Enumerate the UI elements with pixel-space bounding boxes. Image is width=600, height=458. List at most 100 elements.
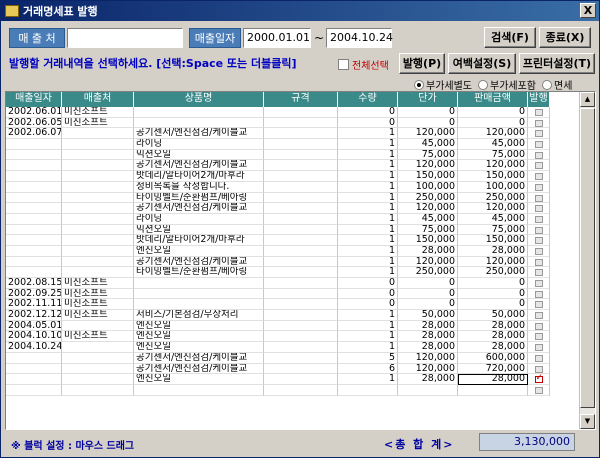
issue-button[interactable]: 발행(P) [399, 53, 445, 74]
issue-checkbox[interactable] [534, 205, 543, 213]
issue-checkbox[interactable] [534, 354, 543, 362]
radio-dot[interactable] [414, 79, 424, 90]
table-row[interactable]: 2002.09.25 미진소프트 0 0 0 [6, 288, 550, 300]
radio-tax-exempt[interactable]: 면세 [542, 77, 572, 92]
table-row[interactable]: 믹션오일 1 75,000 75,000 [6, 224, 550, 236]
table-row[interactable]: 공기센서/엔진점검/케이블교 1 120,000 120,000 [6, 203, 550, 214]
table-row[interactable]: 공기센서/엔진점검/케이블교 6 120,000 720,000 [6, 363, 550, 375]
table-row[interactable]: 라이닝 1 45,000 45,000 [6, 139, 550, 150]
issue-checkbox[interactable] [534, 312, 543, 320]
issue-checkbox[interactable] [534, 237, 543, 245]
table-row[interactable]: 라이닝 1 45,000 45,000 [6, 213, 550, 225]
scroll-thumb[interactable] [580, 108, 595, 408]
column-header-issued[interactable]: 발행 [528, 92, 550, 107]
customer-input[interactable] [67, 28, 183, 48]
column-header-amount[interactable]: 판매금액 [458, 92, 528, 107]
cell-issued[interactable] [528, 149, 550, 161]
cell-issued[interactable] [528, 352, 550, 364]
issue-checkbox[interactable] [534, 109, 543, 116]
issue-checkbox[interactable] [534, 141, 543, 149]
table-row[interactable]: 타이밍벨트/순환펌프/베아링 1 250,000 250,000 [6, 267, 550, 278]
cell-issued[interactable] [528, 320, 550, 332]
cell-issued[interactable] [528, 363, 550, 375]
issue-checkbox[interactable] [534, 301, 543, 309]
column-header-date[interactable]: 매출일자 [6, 92, 62, 107]
cell-issued[interactable] [528, 278, 550, 289]
column-header-spec[interactable]: 규격 [264, 92, 338, 107]
printer-settings-button[interactable]: 프린터설정(T) [519, 53, 595, 74]
close-button[interactable]: X [580, 3, 596, 18]
column-header-customer[interactable]: 매출처 [62, 92, 134, 107]
issue-checkbox[interactable] [534, 290, 543, 298]
date-to-input[interactable]: 2004.10.24 [326, 28, 393, 48]
table-row[interactable]: 엔진오일 1 28,000 28,000 [6, 374, 550, 385]
table-row[interactable]: 2002.12.12 미진소프트 서비스/기본점검/무상처리 1 50,000 50,00… [6, 310, 550, 321]
issue-checkbox[interactable] [534, 119, 543, 127]
cell-issued[interactable] [528, 331, 550, 343]
issue-checkbox[interactable] [534, 151, 543, 159]
radio-dot[interactable] [478, 79, 488, 90]
cell-issued[interactable] [528, 310, 550, 321]
radio-vat-excluded[interactable]: 부가세별도 [414, 77, 472, 92]
table-row[interactable]: 2002.06.01 미진소프트 0 0 0 [6, 107, 550, 118]
cell-issued[interactable] [528, 288, 550, 300]
sales-grid[interactable]: 매출일자 매출처 상품명 규격 수량 단가 판매금액 발행 2002.06.01 미진소프트 0 0… [5, 91, 596, 430]
cell-issued[interactable] [528, 107, 550, 118]
table-row[interactable]: 2004.10.10 미진소프트 엔진오일 1 28,000 28,000 [6, 331, 550, 343]
cell-issued[interactable] [528, 192, 550, 204]
table-row[interactable] [6, 384, 550, 396]
table-row[interactable]: 2002.08.15 미진소프트 0 0 0 [6, 278, 550, 289]
issue-checkbox[interactable] [534, 258, 543, 266]
issue-checkbox[interactable] [534, 344, 543, 352]
table-row[interactable]: 밧데리/알타이어2개/마후라 1 150,000 150,000 [6, 235, 550, 246]
issue-checkbox[interactable] [534, 280, 543, 287]
issue-checkbox[interactable] [534, 215, 543, 223]
column-header-product[interactable]: 상품명 [134, 92, 264, 107]
issue-checkbox[interactable] [534, 173, 543, 181]
issue-checkbox[interactable] [534, 333, 543, 341]
margin-settings-button[interactable]: 여백설정(S) [448, 53, 516, 74]
issue-checkbox[interactable] [534, 162, 543, 170]
issue-checkbox[interactable] [534, 374, 543, 384]
scroll-up-icon[interactable]: ▲ [580, 92, 595, 107]
table-row[interactable]: 2002.06.05 미진소프트 0 0 0 [6, 117, 550, 129]
vertical-scrollbar[interactable]: ▲ ▼ [579, 92, 595, 429]
column-header-qty[interactable]: 수량 [338, 92, 398, 107]
cell-issued[interactable] [528, 213, 550, 225]
cell-issued[interactable] [528, 384, 550, 396]
issue-checkbox[interactable] [534, 130, 543, 138]
issue-checkbox[interactable] [534, 386, 543, 394]
cell-issued[interactable] [528, 203, 550, 214]
cell-issued[interactable] [528, 299, 550, 311]
table-row[interactable]: 공기센서/엔진점검/케이블교 1 120,000 120,000 [6, 256, 550, 268]
issue-checkbox[interactable] [534, 269, 543, 277]
table-row[interactable]: 2002.11.11 미진소프트 0 0 0 [6, 299, 550, 311]
cell-issued[interactable] [528, 256, 550, 268]
cell-issued[interactable] [528, 117, 550, 129]
cell-issued[interactable] [528, 224, 550, 236]
table-row[interactable]: 믹션오일 1 75,000 75,000 [6, 149, 550, 161]
radio-dot[interactable] [542, 79, 552, 90]
cell-issued[interactable] [528, 171, 550, 182]
cell-issued[interactable] [528, 235, 550, 246]
scroll-down-icon[interactable]: ▼ [580, 414, 595, 429]
checkbox-box[interactable] [338, 59, 349, 70]
cell-issued[interactable] [528, 267, 550, 278]
table-row[interactable]: 공기센서/엔진점검/케이블교 1 120,000 120,000 [6, 160, 550, 172]
cell-issued[interactable] [528, 245, 550, 257]
search-button[interactable]: 검색(F) [484, 27, 536, 48]
cell-issued[interactable] [528, 342, 550, 353]
table-row[interactable]: 2002.06.07 공기센서/엔진점검/케이블교 1 120,000 120,000 [6, 128, 550, 140]
table-row[interactable]: 2004.10.24 엔진오일 1 28,000 28,000 [6, 342, 550, 353]
cell-issued[interactable] [528, 128, 550, 140]
issue-checkbox[interactable] [534, 194, 543, 202]
select-all-checkbox[interactable]: 전체선택 [338, 57, 389, 72]
cell-issued[interactable] [528, 160, 550, 172]
table-row[interactable]: 2004.05.01 엔진오일 1 28,000 28,000 [6, 320, 550, 332]
cell-issued[interactable] [528, 374, 550, 385]
issue-checkbox[interactable] [534, 226, 543, 234]
date-from-input[interactable]: 2000.01.01 [243, 28, 311, 48]
issue-checkbox[interactable] [534, 322, 543, 330]
issue-checkbox[interactable] [534, 365, 543, 373]
radio-vat-included[interactable]: 부가세포함 [478, 77, 536, 92]
